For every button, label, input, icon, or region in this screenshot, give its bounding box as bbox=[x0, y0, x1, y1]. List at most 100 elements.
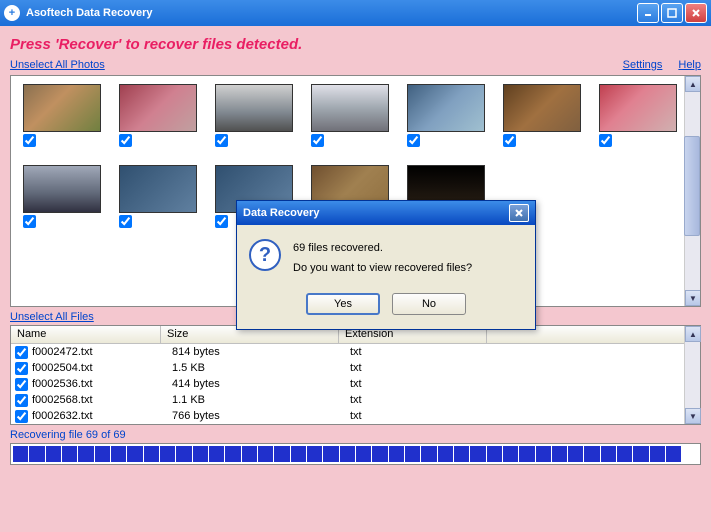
progress-segment bbox=[601, 446, 616, 462]
progress-segment bbox=[633, 446, 648, 462]
photo-thumbnail[interactable] bbox=[215, 84, 293, 132]
file-size: 814 bytes bbox=[172, 346, 350, 358]
scroll-up-icon[interactable]: ▲ bbox=[685, 326, 701, 342]
minimize-button[interactable] bbox=[637, 3, 659, 23]
progress-segment bbox=[438, 446, 453, 462]
photo-item[interactable] bbox=[215, 84, 293, 147]
progress-segment bbox=[95, 446, 110, 462]
progress-segment bbox=[209, 446, 224, 462]
photo-checkbox[interactable] bbox=[311, 134, 324, 147]
progress-segment bbox=[356, 446, 371, 462]
photo-thumbnail[interactable] bbox=[311, 84, 389, 132]
maximize-button[interactable] bbox=[661, 3, 683, 23]
table-row[interactable]: f0002632.txt766 bytestxt bbox=[11, 408, 700, 424]
progress-segment bbox=[225, 446, 240, 462]
progress-segment bbox=[536, 446, 551, 462]
progress-segment bbox=[193, 446, 208, 462]
question-icon: ? bbox=[249, 239, 281, 271]
file-checkbox[interactable] bbox=[15, 362, 28, 375]
settings-link[interactable]: Settings bbox=[623, 59, 663, 71]
photo-item[interactable] bbox=[407, 84, 485, 147]
photo-checkbox[interactable] bbox=[23, 134, 36, 147]
file-checkbox[interactable] bbox=[15, 346, 28, 359]
photo-thumbnail[interactable] bbox=[119, 165, 197, 213]
photo-scrollbar[interactable]: ▲ ▼ bbox=[684, 76, 700, 306]
progress-segment bbox=[340, 446, 355, 462]
photo-thumbnail[interactable] bbox=[119, 84, 197, 132]
progress-segment bbox=[127, 446, 142, 462]
progress-segment bbox=[62, 446, 77, 462]
file-ext: txt bbox=[350, 346, 498, 358]
progress-segment bbox=[160, 446, 175, 462]
progress-segment bbox=[258, 446, 273, 462]
progress-segment bbox=[519, 446, 534, 462]
dialog-line1: 69 files recovered. bbox=[293, 239, 472, 259]
file-checkbox[interactable] bbox=[15, 410, 28, 423]
unselect-all-files-link[interactable]: Unselect All Files bbox=[10, 311, 94, 323]
photo-checkbox[interactable] bbox=[215, 215, 228, 228]
photo-item[interactable] bbox=[119, 165, 197, 228]
scroll-thumb[interactable] bbox=[684, 136, 700, 236]
progress-segment bbox=[650, 446, 665, 462]
progress-segment bbox=[46, 446, 61, 462]
progress-segment bbox=[291, 446, 306, 462]
photo-checkbox[interactable] bbox=[119, 215, 132, 228]
titlebar: + Asoftech Data Recovery bbox=[0, 0, 711, 26]
photo-thumbnail[interactable] bbox=[407, 84, 485, 132]
progress-segment bbox=[78, 446, 93, 462]
file-list-panel: Name Size Extension f0002472.txt814 byte… bbox=[10, 325, 701, 425]
file-checkbox[interactable] bbox=[15, 394, 28, 407]
progress-segment bbox=[503, 446, 518, 462]
photo-item[interactable] bbox=[599, 84, 677, 147]
file-ext: txt bbox=[350, 378, 498, 390]
photo-thumbnail[interactable] bbox=[599, 84, 677, 132]
scroll-down-icon[interactable]: ▼ bbox=[685, 408, 701, 424]
help-link[interactable]: Help bbox=[678, 59, 701, 71]
progress-segment bbox=[568, 446, 583, 462]
progress-segment bbox=[242, 446, 257, 462]
scroll-up-icon[interactable]: ▲ bbox=[685, 76, 701, 92]
app-icon: + bbox=[4, 5, 20, 21]
file-ext: txt bbox=[350, 362, 498, 374]
dialog-close-button[interactable] bbox=[509, 204, 529, 222]
table-row[interactable]: f0002536.txt414 bytestxt bbox=[11, 376, 700, 392]
progress-segment bbox=[323, 446, 338, 462]
photo-thumbnail[interactable] bbox=[23, 84, 101, 132]
photo-item[interactable] bbox=[311, 84, 389, 147]
progress-segment bbox=[617, 446, 632, 462]
progress-segment bbox=[666, 446, 681, 462]
photo-checkbox[interactable] bbox=[23, 215, 36, 228]
photo-thumbnail[interactable] bbox=[23, 165, 101, 213]
file-name: f0002536.txt bbox=[32, 378, 172, 390]
photo-item[interactable] bbox=[503, 84, 581, 147]
progress-segment bbox=[29, 446, 44, 462]
progress-segment bbox=[144, 446, 159, 462]
photo-item[interactable] bbox=[23, 165, 101, 228]
progress-segment bbox=[454, 446, 469, 462]
no-button[interactable]: No bbox=[392, 293, 466, 315]
photo-thumbnail[interactable] bbox=[503, 84, 581, 132]
photo-checkbox[interactable] bbox=[503, 134, 516, 147]
file-name: f0002568.txt bbox=[32, 394, 172, 406]
photo-checkbox[interactable] bbox=[215, 134, 228, 147]
file-size: 414 bytes bbox=[172, 378, 350, 390]
file-scrollbar[interactable]: ▲ ▼ bbox=[684, 326, 700, 424]
file-ext: txt bbox=[350, 394, 498, 406]
table-row[interactable]: f0002472.txt814 bytestxt bbox=[11, 344, 700, 360]
photo-item[interactable] bbox=[23, 84, 101, 147]
progress-segment bbox=[389, 446, 404, 462]
unselect-all-photos-link[interactable]: Unselect All Photos bbox=[10, 59, 105, 71]
file-checkbox[interactable] bbox=[15, 378, 28, 391]
photo-item[interactable] bbox=[119, 84, 197, 147]
file-name: f0002504.txt bbox=[32, 362, 172, 374]
progress-segment bbox=[470, 446, 485, 462]
photo-checkbox[interactable] bbox=[119, 134, 132, 147]
close-button[interactable] bbox=[685, 3, 707, 23]
photo-checkbox[interactable] bbox=[599, 134, 612, 147]
scroll-down-icon[interactable]: ▼ bbox=[685, 290, 701, 306]
table-row[interactable]: f0002568.txt1.1 KBtxt bbox=[11, 392, 700, 408]
yes-button[interactable]: Yes bbox=[306, 293, 380, 315]
photo-checkbox[interactable] bbox=[407, 134, 420, 147]
column-header-name[interactable]: Name bbox=[11, 326, 161, 343]
table-row[interactable]: f0002504.txt1.5 KBtxt bbox=[11, 360, 700, 376]
